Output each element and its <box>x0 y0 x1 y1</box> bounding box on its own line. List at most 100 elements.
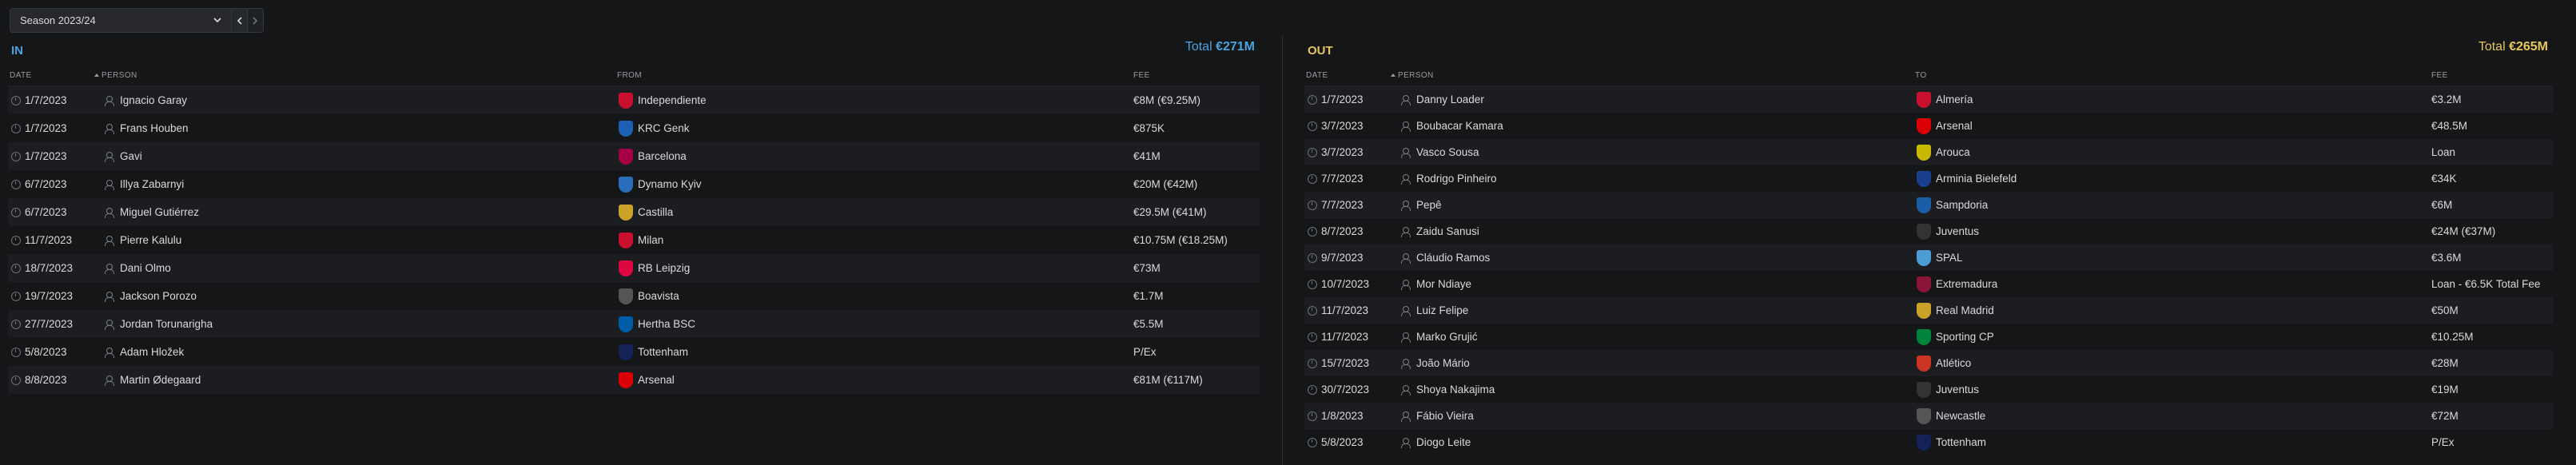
table-row[interactable]: 7/7/2023 Rodrigo Pinheiro Arminia Bielefel… <box>1304 165 2553 192</box>
player-name[interactable]: Diogo Leite <box>1416 436 1471 448</box>
column-header-to[interactable]: TO <box>1915 71 1927 80</box>
club-cell[interactable]: Hertha BSC <box>619 310 695 338</box>
club-cell[interactable]: Castilla <box>619 198 673 226</box>
person-cell[interactable]: Illya Zabarnyi <box>104 170 184 198</box>
player-name[interactable]: Pepê <box>1416 199 1442 211</box>
table-row[interactable]: 19/7/2023 Jackson Porozo Boavista €1.7M <box>8 282 1260 310</box>
season-dropdown[interactable]: Season 2023/24 <box>10 8 232 33</box>
player-name[interactable]: Marko Grujić <box>1416 331 1478 343</box>
club-cell[interactable]: Extremadura <box>1917 271 1997 297</box>
club-name[interactable]: Real Madrid <box>1936 304 1994 316</box>
person-cell[interactable]: Dani Olmo <box>104 254 171 282</box>
club-cell[interactable]: Milan <box>619 226 663 254</box>
next-season-button[interactable] <box>248 8 264 33</box>
column-header-date[interactable]: DATE <box>1306 71 1328 80</box>
table-row[interactable]: 9/7/2023 Cláudio Ramos SPAL €3.6M <box>1304 244 2553 271</box>
player-name[interactable]: Illya Zabarnyi <box>120 178 184 190</box>
table-row[interactable]: 30/7/2023 Shoya Nakajima Juventus €19M <box>1304 376 2553 403</box>
player-name[interactable]: Danny Loader <box>1416 93 1484 105</box>
person-cell[interactable]: Vasco Sousa <box>1400 139 1479 165</box>
table-row[interactable]: 18/7/2023 Dani Olmo RB Leipzig €73M <box>8 254 1260 282</box>
player-name[interactable]: Pierre Kalulu <box>120 234 181 246</box>
person-cell[interactable]: Jackson Porozo <box>104 282 197 310</box>
club-cell[interactable]: Juventus <box>1917 218 1979 244</box>
person-cell[interactable]: Fábio Vieira <box>1400 403 1474 429</box>
club-name[interactable]: Newcastle <box>1936 410 1985 422</box>
column-header-fee[interactable]: FEE <box>1133 71 1150 80</box>
player-name[interactable]: Luiz Felipe <box>1416 304 1468 316</box>
club-cell[interactable]: Juventus <box>1917 376 1979 403</box>
club-name[interactable]: Boavista <box>638 290 679 302</box>
table-row[interactable]: 15/7/2023 João Mário Atlético €28M <box>1304 350 2553 376</box>
person-cell[interactable]: Gavi <box>104 142 142 170</box>
person-cell[interactable]: Luiz Felipe <box>1400 297 1468 324</box>
club-name[interactable]: Sporting CP <box>1936 331 1994 343</box>
club-name[interactable]: Arsenal <box>638 374 675 386</box>
person-cell[interactable]: Adam Hložek <box>104 338 184 366</box>
club-name[interactable]: Hertha BSC <box>638 318 695 330</box>
player-name[interactable]: Adam Hložek <box>120 346 184 358</box>
club-name[interactable]: Arouca <box>1936 146 1970 158</box>
club-cell[interactable]: RB Leipzig <box>619 254 690 282</box>
club-cell[interactable]: Tottenham <box>1917 429 1986 455</box>
table-row[interactable]: 3/7/2023 Boubacar Kamara Arsenal €48.5M <box>1304 113 2553 139</box>
person-cell[interactable]: João Mário <box>1400 350 1470 376</box>
table-row[interactable]: 5/8/2023 Diogo Leite Tottenham P/Ex <box>1304 429 2553 455</box>
club-cell[interactable]: Arouca <box>1917 139 1970 165</box>
club-name[interactable]: SPAL <box>1936 252 1963 264</box>
player-name[interactable]: Frans Houben <box>120 122 189 134</box>
column-header-fee[interactable]: FEE <box>2431 71 2448 80</box>
table-row[interactable]: 3/7/2023 Vasco Sousa Arouca Loan <box>1304 139 2553 165</box>
table-row[interactable]: 7/7/2023 Pepê Sampdoria €6M <box>1304 192 2553 218</box>
person-cell[interactable]: Zaidu Sanusi <box>1400 218 1479 244</box>
club-cell[interactable]: Arsenal <box>619 366 675 394</box>
club-name[interactable]: Juventus <box>1936 225 1979 237</box>
person-cell[interactable]: Jordan Torunarigha <box>104 310 213 338</box>
person-cell[interactable]: Shoya Nakajima <box>1400 376 1495 403</box>
club-name[interactable]: Tottenham <box>638 346 688 358</box>
club-name[interactable]: Barcelona <box>638 150 687 162</box>
player-name[interactable]: Shoya Nakajima <box>1416 384 1495 395</box>
table-row[interactable]: 11/7/2023 Pierre Kalulu Milan €10.75M (€18.… <box>8 226 1260 254</box>
club-name[interactable]: Arminia Bielefeld <box>1936 173 2017 185</box>
player-name[interactable]: Jackson Porozo <box>120 290 197 302</box>
table-row[interactable]: 8/8/2023 Martin Ødegaard Arsenal €81M (€117… <box>8 366 1260 394</box>
person-cell[interactable]: Frans Houben <box>104 114 189 142</box>
table-row[interactable]: 10/7/2023 Mor Ndiaye Extremadura Loan - €6.… <box>1304 271 2553 297</box>
club-cell[interactable]: Arsenal <box>1917 113 1973 139</box>
club-name[interactable]: RB Leipzig <box>638 262 690 274</box>
column-header-person[interactable]: PERSON <box>94 71 137 80</box>
club-name[interactable]: Almería <box>1936 93 1973 105</box>
club-cell[interactable]: Barcelona <box>619 142 687 170</box>
player-name[interactable]: Vasco Sousa <box>1416 146 1479 158</box>
club-name[interactable]: Juventus <box>1936 384 1979 395</box>
club-cell[interactable]: Dynamo Kyiv <box>619 170 702 198</box>
player-name[interactable]: Zaidu Sanusi <box>1416 225 1479 237</box>
person-cell[interactable]: Rodrigo Pinheiro <box>1400 165 1497 192</box>
player-name[interactable]: Mor Ndiaye <box>1416 278 1471 290</box>
club-name[interactable]: KRC Genk <box>638 122 690 134</box>
club-name[interactable]: Atlético <box>1936 357 1971 369</box>
person-cell[interactable]: Pierre Kalulu <box>104 226 181 254</box>
player-name[interactable]: Rodrigo Pinheiro <box>1416 173 1497 185</box>
club-cell[interactable]: Arminia Bielefeld <box>1917 165 2017 192</box>
club-cell[interactable]: Tottenham <box>619 338 688 366</box>
table-row[interactable]: 5/8/2023 Adam Hložek Tottenham P/Ex <box>8 338 1260 366</box>
table-row[interactable]: 11/7/2023 Luiz Felipe Real Madrid €50M <box>1304 297 2553 324</box>
club-cell[interactable]: Independiente <box>619 86 707 114</box>
person-cell[interactable]: Ignacio Garay <box>104 86 187 114</box>
player-name[interactable]: Cláudio Ramos <box>1416 252 1490 264</box>
person-cell[interactable]: Martin Ødegaard <box>104 366 201 394</box>
player-name[interactable]: Gavi <box>120 150 142 162</box>
club-cell[interactable]: Atlético <box>1917 350 1971 376</box>
club-name[interactable]: Milan <box>638 234 663 246</box>
player-name[interactable]: Miguel Gutiérrez <box>120 206 199 218</box>
column-header-from[interactable]: FROM <box>617 71 642 80</box>
table-row[interactable]: 6/7/2023 Miguel Gutiérrez Castilla €29.5M (… <box>8 198 1260 226</box>
club-name[interactable]: Dynamo Kyiv <box>638 178 702 190</box>
club-cell[interactable]: Boavista <box>619 282 679 310</box>
person-cell[interactable]: Diogo Leite <box>1400 429 1471 455</box>
player-name[interactable]: Martin Ødegaard <box>120 374 201 386</box>
club-name[interactable]: Sampdoria <box>1936 199 1988 211</box>
table-row[interactable]: 8/7/2023 Zaidu Sanusi Juventus €24M (€37M) <box>1304 218 2553 244</box>
